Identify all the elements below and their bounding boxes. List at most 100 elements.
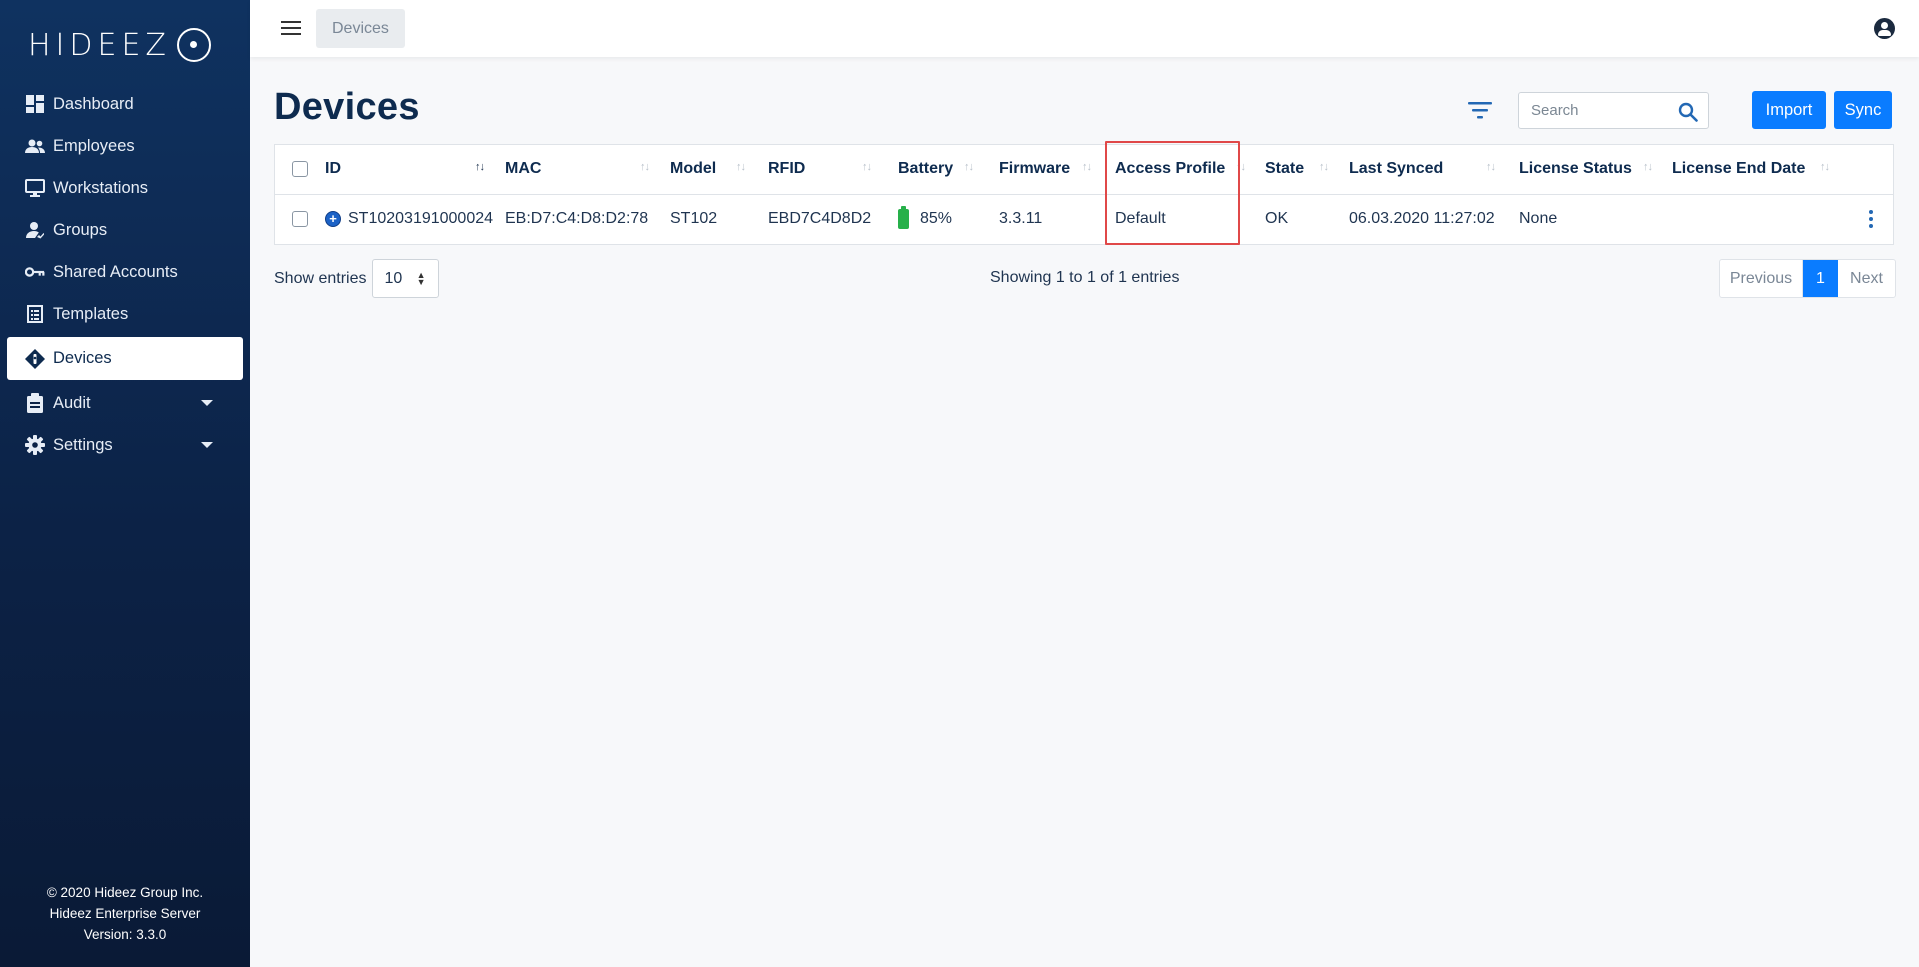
sort-icon[interactable]: ↑↓ (862, 161, 872, 173)
sidebar-item-templates[interactable]: Templates (7, 293, 243, 335)
sidebar-item-groups[interactable]: Groups (7, 209, 243, 251)
group-icon (25, 220, 45, 240)
battery-level: 85% (920, 210, 953, 228)
row-actions-kebab-icon[interactable] (1869, 210, 1873, 228)
sort-icon[interactable]: ↑↓ (1643, 161, 1653, 173)
chevron-down-icon (201, 442, 213, 448)
key-icon (25, 262, 45, 282)
cell-state: OK (1265, 210, 1289, 228)
sidebar: HIDEEZ Dashboard Employees Workstations (0, 0, 250, 967)
sort-icon[interactable]: ↑↓ (1319, 161, 1329, 173)
breadcrumb[interactable]: Devices (316, 9, 405, 48)
sidebar-item-label: Audit (53, 393, 91, 412)
column-header-rfid[interactable]: RFID ↑↓ (768, 145, 898, 194)
chevron-down-icon (201, 400, 213, 406)
column-header-access-profile[interactable]: Access Profile ↑↓ (1115, 145, 1265, 194)
sidebar-item-settings[interactable]: Settings (7, 424, 243, 466)
cell-battery: 85% (898, 194, 999, 244)
table-header-row: ID ↑↓ MAC ↑↓ Model ↑↓ RFID ↑↓ Battery ↑↓ Firm… (275, 145, 1893, 194)
showing-entries-text: Showing 1 to 1 of 1 entries (990, 269, 1180, 286)
page-title: Devices (274, 86, 420, 128)
device-id: ST10203191000024 (348, 210, 494, 228)
sidebar-item-workstations[interactable]: Workstations (7, 167, 243, 209)
select-all-checkbox[interactable] (292, 161, 308, 178)
column-header-state[interactable]: State ↑↓ (1265, 145, 1349, 194)
product-name: Hideez Enterprise Server (49, 906, 201, 921)
sidebar-footer: © 2020 Hideez Group Inc. Hideez Enterpri… (0, 882, 250, 945)
column-header-id[interactable]: ID ↑↓ (325, 145, 505, 194)
sidebar-item-label: Employees (53, 136, 135, 155)
row-checkbox[interactable] (292, 211, 308, 228)
column-header-firmware[interactable]: Firmware ↑↓ (999, 145, 1115, 194)
column-header-label: ID (325, 160, 341, 178)
pagination-previous[interactable]: Previous (1720, 260, 1803, 297)
sort-icon[interactable]: ↑↓ (1236, 161, 1246, 173)
cell-license-status: None (1519, 210, 1558, 228)
sidebar-item-employees[interactable]: Employees (7, 125, 243, 167)
template-icon (25, 304, 45, 324)
logo-text: HIDEEZ (28, 27, 171, 63)
users-icon (25, 136, 45, 156)
column-header-license-status[interactable]: License Status ↑↓ (1519, 145, 1672, 194)
show-entries: Show entries 10 ▲ ▼ (274, 259, 439, 298)
column-header-label: Firmware (999, 160, 1071, 178)
cell-license-end-date (1672, 194, 1893, 244)
import-button[interactable]: Import (1752, 91, 1826, 129)
table-row[interactable]: + ST10203191000024 EB:D7:C4:D8:D2:78 ST10… (275, 194, 1893, 244)
column-header-label: License Status (1519, 160, 1632, 178)
cell-id: + ST10203191000024 (325, 194, 505, 244)
hideez-logo[interactable]: HIDEEZ (28, 26, 211, 64)
pagination-page-1[interactable]: 1 (1803, 260, 1838, 297)
column-header-model[interactable]: Model ↑↓ (670, 145, 768, 194)
sidebar-item-label: Devices (53, 349, 112, 367)
sort-icon[interactable]: ↑↓ (640, 161, 650, 173)
sidebar-item-audit[interactable]: Audit (7, 382, 243, 424)
column-header-label: RFID (768, 160, 806, 178)
sidebar-item-label: Templates (53, 304, 129, 323)
column-header-last-synced[interactable]: Last Synced ↑↓ (1349, 145, 1519, 194)
sidebar-item-label: Shared Accounts (53, 262, 178, 281)
cell-rfid: EBD7C4D8D2 (768, 210, 872, 228)
column-header-battery[interactable]: Battery ↑↓ (898, 145, 999, 194)
menu-toggle-icon[interactable] (281, 21, 301, 35)
column-header-label: Last Synced (1349, 160, 1444, 178)
sidebar-item-label: Groups (53, 220, 108, 239)
column-header-label: MAC (505, 160, 542, 178)
sidebar-item-shared-accounts[interactable]: Shared Accounts (7, 251, 243, 293)
row-select-cell (275, 194, 325, 244)
search-icon[interactable] (1678, 102, 1698, 122)
expand-row-icon[interactable]: + (325, 211, 341, 228)
battery-icon (898, 206, 909, 230)
cell-access-profile: Default (1115, 210, 1166, 228)
sort-icon[interactable]: ↑↓ (1082, 161, 1092, 173)
copyright-text: © 2020 Hideez Group Inc. (46, 885, 204, 900)
pagination-next[interactable]: Next (1838, 260, 1895, 297)
gear-icon (25, 435, 45, 455)
sidebar-item-dashboard[interactable]: Dashboard (7, 83, 243, 125)
sort-icon[interactable]: ↑↓ (964, 161, 974, 173)
column-header-label: Model (670, 160, 717, 178)
sort-icon[interactable]: ↑↓ (736, 161, 746, 173)
page-size-value: 10 (384, 269, 403, 287)
column-header-mac[interactable]: MAC ↑↓ (505, 145, 670, 194)
page-size-select[interactable]: 10 ▲ ▼ (371, 259, 439, 298)
cell-mac: EB:D7:C4:D8:D2:78 (505, 210, 649, 228)
column-header-label: Access Profile (1115, 160, 1226, 178)
user-avatar-icon[interactable] (1874, 18, 1895, 39)
sidebar-item-label: Workstations (53, 178, 149, 197)
search-input[interactable] (1519, 93, 1669, 128)
search-box (1518, 92, 1709, 129)
header-select-all[interactable] (275, 145, 325, 194)
sidebar-item-devices[interactable]: Devices (7, 337, 243, 380)
column-header-label: State (1265, 160, 1305, 178)
column-header-license-end-date[interactable]: License End Date ↑↓ (1672, 145, 1893, 194)
filter-icon[interactable] (1468, 100, 1492, 120)
cell-last-synced: 06.03.2020 11:27:02 (1349, 210, 1495, 228)
sort-icon[interactable]: ↑↓ (1486, 161, 1496, 173)
sort-asc-icon[interactable]: ↑↓ (475, 161, 485, 173)
logo-circle-icon (176, 28, 211, 62)
sync-button[interactable]: Sync (1834, 91, 1892, 129)
sort-icon[interactable]: ↑↓ (1820, 161, 1830, 173)
select-arrows-icon: ▲ ▼ (416, 270, 426, 287)
devices-table: ID ↑↓ MAC ↑↓ Model ↑↓ RFID ↑↓ Battery ↑↓ Firm… (274, 144, 1894, 245)
